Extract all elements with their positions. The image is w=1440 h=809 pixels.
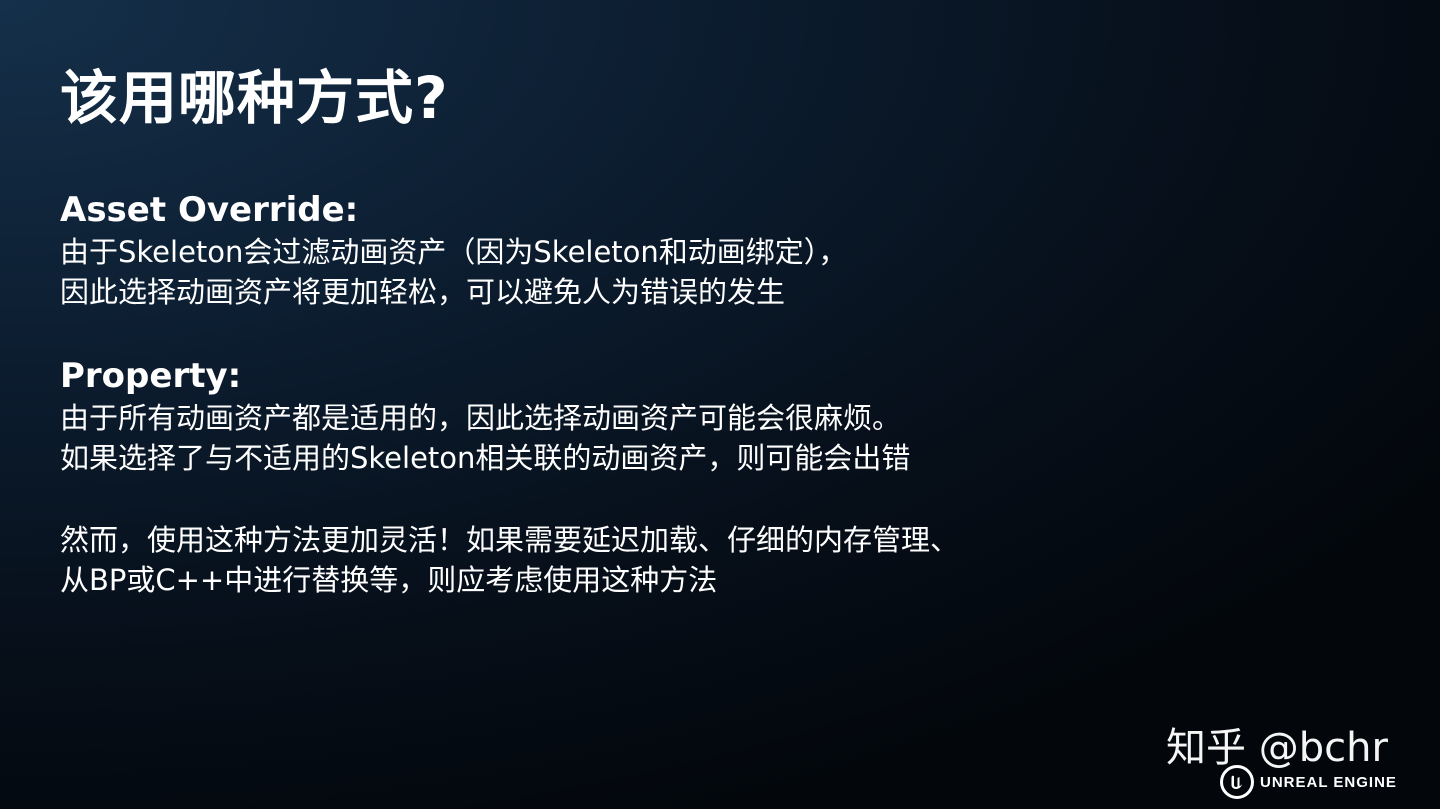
section-line: 由于所有动画资产都是适用的，因此选择动画资产可能会很麻烦。 bbox=[60, 401, 902, 435]
section-property: Property: 由于所有动画资产都是适用的，因此选择动画资产可能会很麻烦。 … bbox=[60, 354, 1140, 478]
unreal-engine-logo: UNREAL ENGINE bbox=[1220, 762, 1397, 802]
unreal-engine-logo-icon bbox=[1220, 765, 1254, 799]
section-line: 因此选择动画资产将更加轻松，可以避免人为错误的发生 bbox=[60, 275, 786, 309]
section-line: 如果选择了与不适用的Skeleton相关联的动画资产，则可能会出错 bbox=[60, 441, 911, 475]
section-heading: Asset Override: bbox=[60, 190, 359, 230]
slide: 该用哪种方式? Asset Override: 由于Skeleton会过滤动画资… bbox=[0, 0, 1440, 809]
section-line: 由于Skeleton会过滤动画资产（因为Skeleton和动画绑定）， bbox=[60, 235, 848, 269]
slide-title: 该用哪种方式? bbox=[60, 64, 449, 132]
unreal-engine-wordmark: UNREAL ENGINE bbox=[1260, 773, 1397, 791]
section-asset-override: Asset Override: 由于Skeleton会过滤动画资产（因为Skel… bbox=[60, 188, 1140, 312]
section-heading: Property: bbox=[60, 356, 242, 396]
section-line: 然而，使用这种方法更加灵活！如果需要延迟加载、仔细的内存管理、 bbox=[60, 523, 960, 557]
section-line: 从BP或C++中进行替换等，则应考虑使用这种方法 bbox=[60, 563, 718, 597]
slide-content: Asset Override: 由于Skeleton会过滤动画资产（因为Skel… bbox=[60, 188, 1140, 600]
section-flexibility-note: 然而，使用这种方法更加灵活！如果需要延迟加载、仔细的内存管理、 从BP或C++中… bbox=[60, 520, 1140, 600]
